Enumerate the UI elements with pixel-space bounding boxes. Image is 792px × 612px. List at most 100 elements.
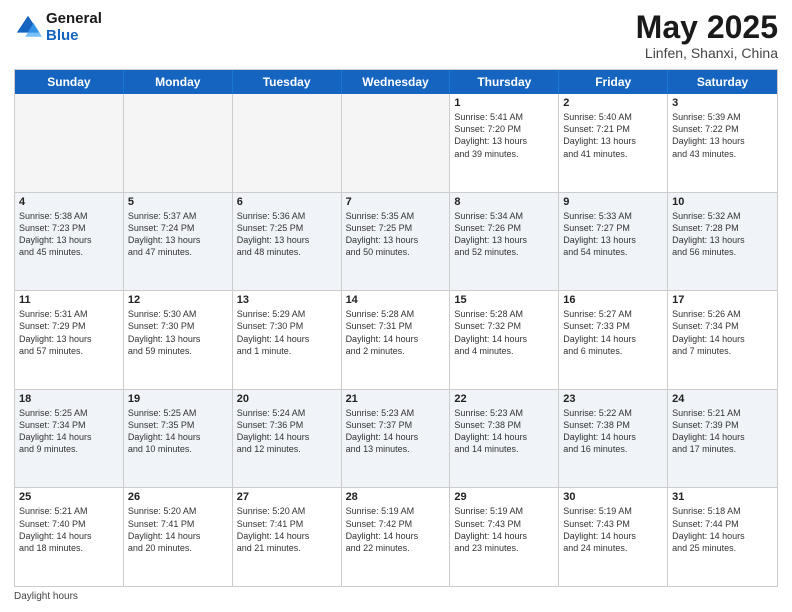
day-info: Sunrise: 5:39 AM Sunset: 7:22 PM Dayligh… xyxy=(672,111,773,160)
empty-cell xyxy=(15,94,124,192)
day-cell-12: 12 Sunrise: 5:30 AM Sunset: 7:30 PM Dayli… xyxy=(124,291,233,389)
day-info: Sunrise: 5:21 AM Sunset: 7:40 PM Dayligh… xyxy=(19,505,119,554)
day-info: Sunrise: 5:36 AM Sunset: 7:25 PM Dayligh… xyxy=(237,210,337,259)
day-info: Sunrise: 5:24 AM Sunset: 7:36 PM Dayligh… xyxy=(237,407,337,456)
day-cell-22: 22Sunrise: 5:23 AM Sunset: 7:38 PM Dayli… xyxy=(450,390,559,488)
day-number: 23 xyxy=(563,393,663,405)
calendar: SundayMondayTuesdayWednesdayThursdayFrid… xyxy=(14,69,778,587)
day-cell-1: 1Sunrise: 5:41 AM Sunset: 7:20 PM Daylig… xyxy=(450,94,559,192)
day-number: 19 xyxy=(128,393,228,405)
day-info: Sunrise: 5:29 AM Sunset: 7:30 PM Dayligh… xyxy=(237,308,337,357)
header-day-sunday: Sunday xyxy=(15,70,124,94)
day-cell-18: 18 Sunrise: 5:25 AM Sunset: 7:34 PM Dayli… xyxy=(15,390,124,488)
day-number: 15 xyxy=(454,294,554,306)
day-cell-8: 8 Sunrise: 5:34 AM Sunset: 7:26 PM Daylig… xyxy=(450,193,559,291)
day-cell-24: 24Sunrise: 5:21 AM Sunset: 7:39 PM Dayli… xyxy=(668,390,777,488)
day-cell-28: 28 Sunrise: 5:19 AM Sunset: 7:42 PM Dayli… xyxy=(342,488,451,586)
day-cell-6: 6 Sunrise: 5:36 AM Sunset: 7:25 PM Daylig… xyxy=(233,193,342,291)
day-number: 24 xyxy=(672,393,773,405)
header-day-thursday: Thursday xyxy=(450,70,559,94)
day-info: Sunrise: 5:25 AM Sunset: 7:35 PM Dayligh… xyxy=(128,407,228,456)
month-title: May 2025 xyxy=(636,10,778,45)
subtitle: Linfen, Shanxi, China xyxy=(636,45,778,61)
header-day-wednesday: Wednesday xyxy=(342,70,451,94)
day-cell-30: 30 Sunrise: 5:19 AM Sunset: 7:43 PM Dayli… xyxy=(559,488,668,586)
empty-cell xyxy=(342,94,451,192)
day-number: 29 xyxy=(454,491,554,503)
day-info: Sunrise: 5:19 AM Sunset: 7:42 PM Dayligh… xyxy=(346,505,446,554)
day-cell-3: 3 Sunrise: 5:39 AM Sunset: 7:22 PM Daylig… xyxy=(668,94,777,192)
day-info: Sunrise: 5:35 AM Sunset: 7:25 PM Dayligh… xyxy=(346,210,446,259)
calendar-week-1: 1Sunrise: 5:41 AM Sunset: 7:20 PM Daylig… xyxy=(15,94,777,193)
day-number: 16 xyxy=(563,294,663,306)
title-block: May 2025 Linfen, Shanxi, China xyxy=(636,10,778,61)
calendar-week-2: 4 Sunrise: 5:38 AM Sunset: 7:23 PM Daylig… xyxy=(15,193,777,292)
day-info: Sunrise: 5:30 AM Sunset: 7:30 PM Dayligh… xyxy=(128,308,228,357)
header-day-saturday: Saturday xyxy=(668,70,777,94)
day-info: Sunrise: 5:40 AM Sunset: 7:21 PM Dayligh… xyxy=(563,111,663,160)
day-cell-19: 19 Sunrise: 5:25 AM Sunset: 7:35 PM Dayli… xyxy=(124,390,233,488)
day-cell-31: 31 Sunrise: 5:18 AM Sunset: 7:44 PM Dayli… xyxy=(668,488,777,586)
calendar-week-4: 18 Sunrise: 5:25 AM Sunset: 7:34 PM Dayli… xyxy=(15,390,777,489)
header: General Blue May 2025 Linfen, Shanxi, Ch… xyxy=(14,10,778,61)
day-cell-14: 14Sunrise: 5:28 AM Sunset: 7:31 PM Dayli… xyxy=(342,291,451,389)
day-info: Sunrise: 5:26 AM Sunset: 7:34 PM Dayligh… xyxy=(672,308,773,357)
day-info: Sunrise: 5:22 AM Sunset: 7:38 PM Dayligh… xyxy=(563,407,663,456)
page: General Blue May 2025 Linfen, Shanxi, Ch… xyxy=(0,0,792,612)
day-number: 11 xyxy=(19,294,119,306)
day-info: Sunrise: 5:33 AM Sunset: 7:27 PM Dayligh… xyxy=(563,210,663,259)
day-info: Sunrise: 5:32 AM Sunset: 7:28 PM Dayligh… xyxy=(672,210,773,259)
day-cell-16: 16 Sunrise: 5:27 AM Sunset: 7:33 PM Dayli… xyxy=(559,291,668,389)
day-info: Sunrise: 5:38 AM Sunset: 7:23 PM Dayligh… xyxy=(19,210,119,259)
day-cell-21: 21Sunrise: 5:23 AM Sunset: 7:37 PM Dayli… xyxy=(342,390,451,488)
day-number: 18 xyxy=(19,393,119,405)
day-info: Sunrise: 5:34 AM Sunset: 7:26 PM Dayligh… xyxy=(454,210,554,259)
day-number: 26 xyxy=(128,491,228,503)
logo-icon xyxy=(14,13,42,41)
day-info: Sunrise: 5:28 AM Sunset: 7:32 PM Dayligh… xyxy=(454,308,554,357)
day-number: 8 xyxy=(454,196,554,208)
day-number: 1 xyxy=(454,97,554,109)
day-number: 20 xyxy=(237,393,337,405)
day-number: 30 xyxy=(563,491,663,503)
day-cell-27: 27Sunrise: 5:20 AM Sunset: 7:41 PM Dayli… xyxy=(233,488,342,586)
calendar-header: SundayMondayTuesdayWednesdayThursdayFrid… xyxy=(15,70,777,94)
day-number: 9 xyxy=(563,196,663,208)
day-info: Sunrise: 5:20 AM Sunset: 7:41 PM Dayligh… xyxy=(237,505,337,554)
day-number: 7 xyxy=(346,196,446,208)
day-number: 12 xyxy=(128,294,228,306)
logo: General Blue xyxy=(14,10,102,44)
day-cell-29: 29Sunrise: 5:19 AM Sunset: 7:43 PM Dayli… xyxy=(450,488,559,586)
day-number: 10 xyxy=(672,196,773,208)
day-number: 6 xyxy=(237,196,337,208)
day-cell-25: 25 Sunrise: 5:21 AM Sunset: 7:40 PM Dayli… xyxy=(15,488,124,586)
day-number: 28 xyxy=(346,491,446,503)
day-number: 3 xyxy=(672,97,773,109)
day-cell-11: 11Sunrise: 5:31 AM Sunset: 7:29 PM Dayli… xyxy=(15,291,124,389)
day-number: 31 xyxy=(672,491,773,503)
day-cell-5: 5Sunrise: 5:37 AM Sunset: 7:24 PM Daylig… xyxy=(124,193,233,291)
day-number: 14 xyxy=(346,294,446,306)
day-cell-9: 9 Sunrise: 5:33 AM Sunset: 7:27 PM Daylig… xyxy=(559,193,668,291)
empty-cell xyxy=(233,94,342,192)
header-day-friday: Friday xyxy=(559,70,668,94)
day-cell-4: 4 Sunrise: 5:38 AM Sunset: 7:23 PM Daylig… xyxy=(15,193,124,291)
day-number: 25 xyxy=(19,491,119,503)
header-day-tuesday: Tuesday xyxy=(233,70,342,94)
day-info: Sunrise: 5:25 AM Sunset: 7:34 PM Dayligh… xyxy=(19,407,119,456)
day-cell-20: 20 Sunrise: 5:24 AM Sunset: 7:36 PM Dayli… xyxy=(233,390,342,488)
day-cell-2: 2Sunrise: 5:40 AM Sunset: 7:21 PM Daylig… xyxy=(559,94,668,192)
calendar-week-3: 11Sunrise: 5:31 AM Sunset: 7:29 PM Dayli… xyxy=(15,291,777,390)
day-number: 13 xyxy=(237,294,337,306)
day-cell-17: 17Sunrise: 5:26 AM Sunset: 7:34 PM Dayli… xyxy=(668,291,777,389)
day-number: 4 xyxy=(19,196,119,208)
day-cell-26: 26Sunrise: 5:20 AM Sunset: 7:41 PM Dayli… xyxy=(124,488,233,586)
day-info: Sunrise: 5:27 AM Sunset: 7:33 PM Dayligh… xyxy=(563,308,663,357)
calendar-body: 1Sunrise: 5:41 AM Sunset: 7:20 PM Daylig… xyxy=(15,94,777,586)
footer-note: Daylight hours xyxy=(14,591,778,602)
day-info: Sunrise: 5:18 AM Sunset: 7:44 PM Dayligh… xyxy=(672,505,773,554)
day-info: Sunrise: 5:19 AM Sunset: 7:43 PM Dayligh… xyxy=(563,505,663,554)
day-info: Sunrise: 5:37 AM Sunset: 7:24 PM Dayligh… xyxy=(128,210,228,259)
day-cell-10: 10 Sunrise: 5:32 AM Sunset: 7:28 PM Dayli… xyxy=(668,193,777,291)
day-info: Sunrise: 5:23 AM Sunset: 7:37 PM Dayligh… xyxy=(346,407,446,456)
